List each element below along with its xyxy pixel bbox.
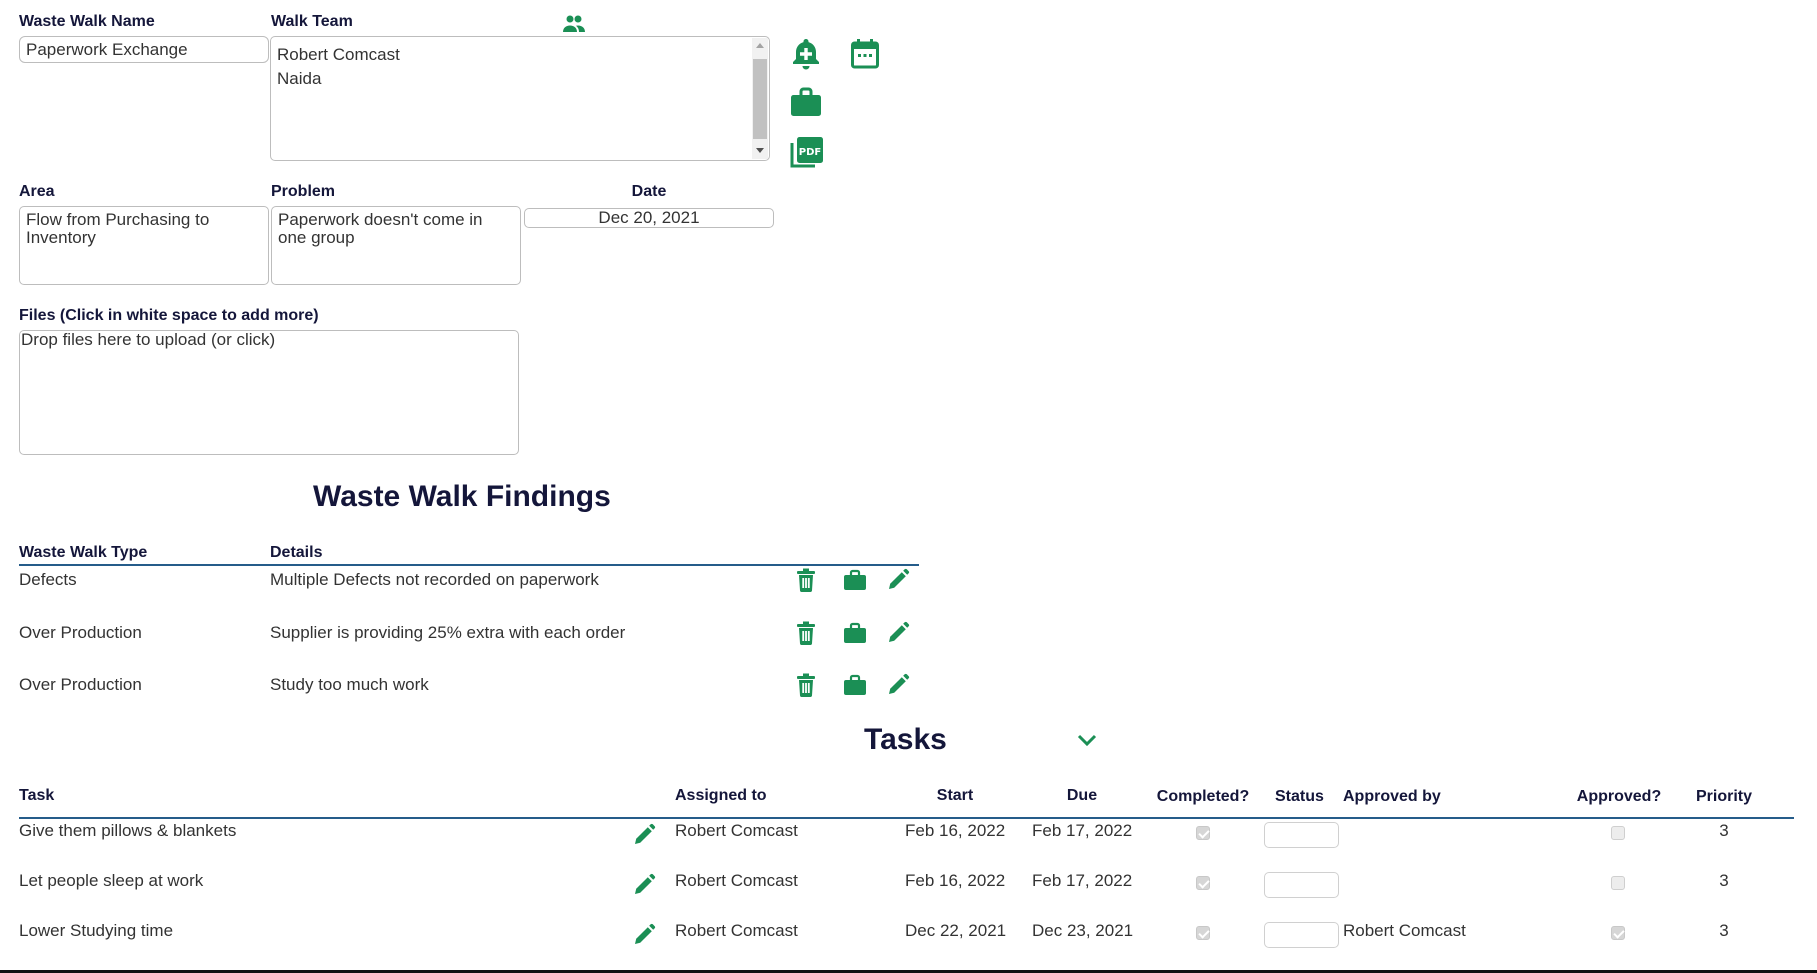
scroll-down-arrow[interactable] xyxy=(756,148,764,153)
approved-checkbox[interactable] xyxy=(1611,876,1625,890)
pencil-icon[interactable] xyxy=(886,673,910,702)
walk-team-label: Walk Team xyxy=(271,13,353,30)
task-assigned: Robert Comcast xyxy=(675,921,798,940)
task-start: Feb 16, 2022 xyxy=(905,821,1006,840)
date-label: Date xyxy=(631,183,667,200)
task-assigned: Robert Comcast xyxy=(675,871,798,890)
team-member[interactable]: Naida xyxy=(277,67,763,91)
bell-plus-icon[interactable] xyxy=(790,37,822,76)
trash-icon[interactable] xyxy=(796,621,816,650)
pencil-icon[interactable] xyxy=(886,568,910,597)
pencil-icon[interactable] xyxy=(632,873,656,902)
finding-details: Multiple Defects not recorded on paperwo… xyxy=(270,570,599,589)
calendar-icon[interactable] xyxy=(850,38,880,75)
team-list-scrollbar[interactable] xyxy=(752,38,768,159)
task-row: Lower Studying time Robert Comcast Dec 22,… xyxy=(0,921,1817,955)
pencil-icon[interactable] xyxy=(632,823,656,852)
area-label: Area xyxy=(19,183,55,200)
task-due: Dec 23, 2021 xyxy=(1032,921,1134,940)
tasks-header-due: Due xyxy=(1066,787,1098,804)
briefcase-icon[interactable] xyxy=(790,87,822,122)
pencil-icon[interactable] xyxy=(632,923,656,952)
tasks-header-start: Start xyxy=(936,787,974,804)
completed-checkbox[interactable] xyxy=(1196,876,1210,890)
tasks-header-priority: Priority xyxy=(1695,788,1752,805)
finding-row: Over Production Supplier is providing 25%… xyxy=(0,621,940,653)
task-name: Lower Studying time xyxy=(19,921,174,940)
file-dropzone[interactable]: Drop files here to upload (or click) xyxy=(19,330,519,455)
team-member[interactable]: Robert Comcast xyxy=(277,43,763,67)
task-start: Feb 16, 2022 xyxy=(905,871,1006,890)
trash-icon[interactable] xyxy=(796,568,816,597)
chevron-down-icon[interactable] xyxy=(1076,732,1098,753)
walk-team-list[interactable]: Robert Comcast Naida xyxy=(270,36,770,161)
task-due: Feb 17, 2022 xyxy=(1032,821,1133,840)
tasks-header-task: Task xyxy=(19,787,55,804)
status-input[interactable] xyxy=(1264,822,1339,848)
finding-row: Over Production Study too much work xyxy=(0,673,940,705)
approved-checkbox[interactable] xyxy=(1611,826,1625,840)
finding-details: Supplier is providing 25% extra with eac… xyxy=(270,622,626,642)
tasks-header-approved: Approved? xyxy=(1576,788,1662,805)
scroll-up-arrow[interactable] xyxy=(756,43,764,48)
area-input[interactable]: Flow from Purchasing to Inventory xyxy=(19,206,269,285)
briefcase-icon[interactable] xyxy=(843,674,867,701)
problem-input[interactable]: Paperwork doesn't come in one group xyxy=(271,206,521,285)
tasks-header-assigned: Assigned to xyxy=(675,787,767,804)
task-row: Give them pillows & blankets Robert Comca… xyxy=(0,821,1817,855)
trash-icon[interactable] xyxy=(796,673,816,702)
findings-header-rule xyxy=(19,564,919,566)
tasks-header-completed: Completed? xyxy=(1156,788,1250,805)
files-label: Files (Click in white space to add more) xyxy=(19,307,319,324)
task-priority: 3 xyxy=(1719,871,1729,890)
task-name: Give them pillows & blankets xyxy=(19,821,237,840)
waste-walk-name-label: Waste Walk Name xyxy=(19,13,155,30)
status-input[interactable] xyxy=(1264,922,1339,948)
tasks-title: Tasks xyxy=(864,723,947,756)
pdf-icon[interactable]: PDF xyxy=(790,135,824,174)
waste-walk-name-input[interactable] xyxy=(19,36,269,63)
tasks-header-rule xyxy=(19,817,1794,819)
briefcase-icon[interactable] xyxy=(843,622,867,649)
scroll-thumb[interactable] xyxy=(753,59,767,139)
task-approved-by: Robert Comcast xyxy=(1343,921,1466,940)
finding-type: Over Production xyxy=(19,622,142,642)
pencil-icon[interactable] xyxy=(886,621,910,650)
tasks-header-status: Status xyxy=(1275,788,1324,805)
task-name: Let people sleep at work xyxy=(19,871,204,890)
svg-text:PDF: PDF xyxy=(799,147,821,158)
findings-header-details: Details xyxy=(270,544,323,561)
dropzone-text: Drop files here to upload (or click) xyxy=(21,330,276,349)
task-due: Feb 17, 2022 xyxy=(1032,871,1133,890)
approved-checkbox[interactable] xyxy=(1611,926,1625,940)
status-input[interactable] xyxy=(1264,872,1339,898)
finding-details: Study too much work xyxy=(270,675,429,694)
problem-label: Problem xyxy=(271,183,336,200)
completed-checkbox[interactable] xyxy=(1196,826,1210,840)
findings-title: Waste Walk Findings xyxy=(313,480,611,513)
task-assigned: Robert Comcast xyxy=(675,821,798,840)
task-priority: 3 xyxy=(1719,821,1729,840)
finding-type: Defects xyxy=(19,570,77,589)
task-row: Let people sleep at work Robert Comcast Fe… xyxy=(0,871,1817,905)
finding-type: Over Production xyxy=(19,675,142,694)
tasks-header-approved-by: Approved by xyxy=(1343,788,1441,805)
finding-row: Defects Multiple Defects not recorded on … xyxy=(0,568,940,600)
completed-checkbox[interactable] xyxy=(1196,926,1210,940)
briefcase-icon[interactable] xyxy=(843,569,867,596)
date-input[interactable] xyxy=(524,208,774,228)
findings-header-type: Waste Walk Type xyxy=(19,544,148,561)
task-start: Dec 22, 2021 xyxy=(905,921,1007,940)
task-priority: 3 xyxy=(1719,921,1729,940)
